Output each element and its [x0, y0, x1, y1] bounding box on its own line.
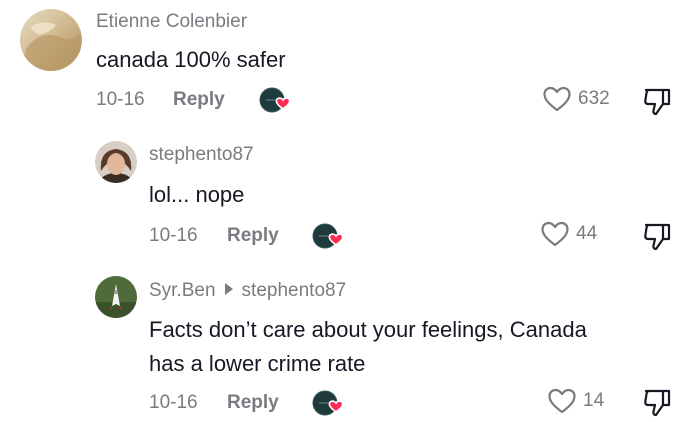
comment-2: stephento87 lol... nope 10-16 Reply 44 — [0, 130, 700, 260]
reply-arrow-icon — [224, 283, 233, 295]
creator-liked-badge — [258, 86, 292, 114]
like-count: 44 — [576, 223, 598, 244]
like-count: 14 — [583, 390, 605, 411]
reply-button[interactable]: Reply — [227, 225, 279, 247]
comment-text: Facts don’t care about your feelings, Ca… — [149, 313, 587, 381]
heart-outline-icon — [540, 220, 570, 248]
creator-liked-badge — [311, 389, 345, 417]
comment-text: lol... nope — [149, 182, 245, 207]
comment-date: 10-16 — [149, 225, 198, 246]
avatar[interactable] — [20, 9, 82, 71]
avatar[interactable] — [95, 141, 137, 183]
comment-1: Etienne Colenbier canada 100% safer 10-1… — [0, 0, 700, 130]
creator-liked-badge — [311, 222, 345, 250]
like-button[interactable]: 632 — [542, 85, 610, 113]
dislike-button[interactable] — [641, 85, 675, 117]
comment-text: canada 100% safer — [96, 47, 286, 72]
comment-date: 10-16 — [96, 89, 145, 110]
commenter-name[interactable]: Syr.Ben — [149, 280, 216, 301]
dislike-button[interactable] — [641, 220, 675, 252]
avatar[interactable] — [95, 276, 137, 318]
comment-3: Syr.Ben stephento87 Facts don’t care abou… — [0, 262, 700, 419]
like-button[interactable]: 44 — [540, 220, 597, 248]
heart-outline-icon — [542, 85, 572, 113]
reply-button[interactable]: Reply — [227, 392, 279, 414]
comment-text-line-2: has a lower crime rate — [149, 351, 366, 377]
comment-text-line-1: Facts don’t care about your feelings, Ca… — [149, 317, 587, 342]
comment-username[interactable]: stephento87 — [149, 144, 254, 166]
comment-username[interactable]: Etienne Colenbier — [96, 11, 247, 33]
like-button[interactable]: 14 — [547, 387, 604, 415]
thumbs-down-icon — [641, 220, 675, 252]
comment-date: 10-16 — [149, 392, 198, 413]
like-count: 632 — [578, 88, 610, 109]
thumbs-down-icon — [641, 386, 675, 418]
heart-outline-icon — [547, 387, 577, 415]
thumbs-down-icon — [641, 85, 675, 117]
comment-username: Syr.Ben stephento87 — [149, 280, 346, 302]
dislike-button[interactable] — [641, 386, 675, 418]
reply-button[interactable]: Reply — [173, 89, 225, 111]
replied-to-username[interactable]: stephento87 — [242, 280, 347, 301]
